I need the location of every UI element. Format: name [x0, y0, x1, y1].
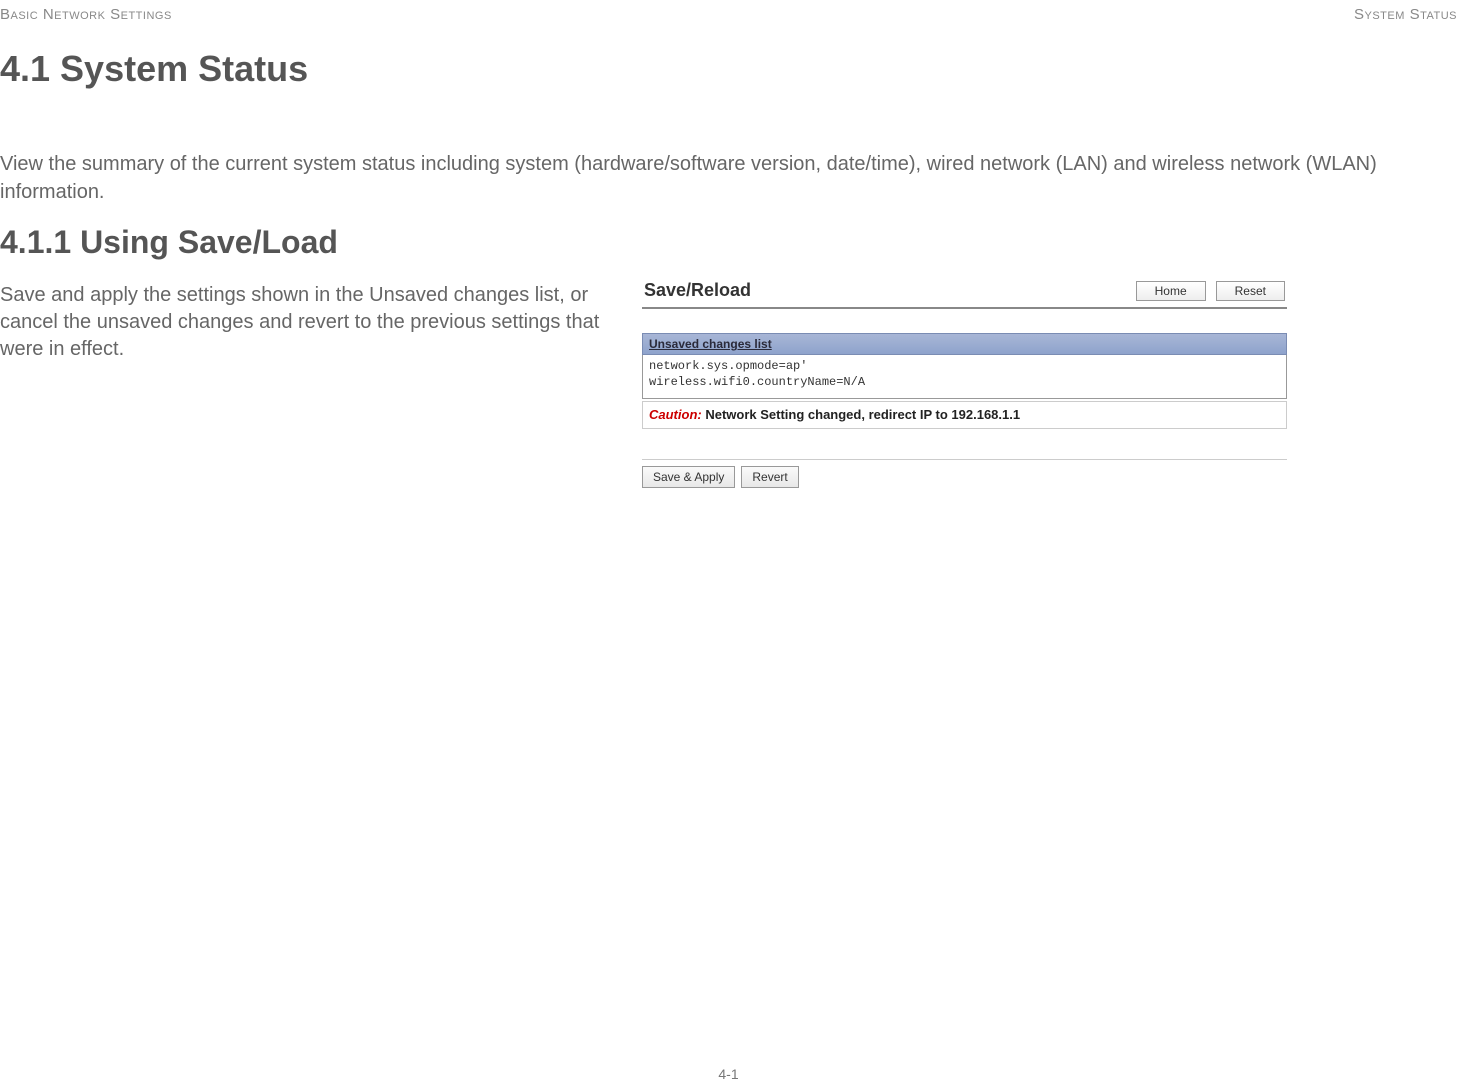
- unsaved-changes-list: network.sys.opmode=ap' wireless.wifi0.co…: [642, 355, 1287, 399]
- panel-header: Save/Reload Home Reset: [642, 276, 1287, 309]
- unsaved-changes-header: Unsaved changes list: [642, 333, 1287, 355]
- section-heading: 4.1 System Status: [0, 48, 308, 90]
- save-reload-panel: Save/Reload Home Reset Unsaved changes l…: [642, 276, 1287, 488]
- save-apply-button[interactable]: Save & Apply: [642, 466, 735, 488]
- reset-button[interactable]: Reset: [1216, 281, 1285, 301]
- caution-text: Network Setting changed, redirect IP to …: [702, 407, 1020, 422]
- subsection-heading: 4.1.1 Using Save/Load: [0, 224, 338, 261]
- subsection-description: Save and apply the settings shown in the…: [0, 282, 640, 363]
- action-button-row: Save & Apply Revert: [642, 466, 1287, 488]
- divider: [642, 459, 1287, 460]
- section-description: View the summary of the current system s…: [0, 150, 1440, 206]
- caution-label: Caution:: [649, 407, 702, 422]
- revert-button[interactable]: Revert: [741, 466, 798, 488]
- home-button[interactable]: Home: [1136, 281, 1206, 301]
- header-right-text: System Status: [1354, 6, 1457, 23]
- page-number: 4-1: [718, 1066, 738, 1082]
- caution-box: Caution: Network Setting changed, redire…: [642, 401, 1287, 429]
- header-left-text: Basic Network Settings: [0, 6, 172, 23]
- panel-title: Save/Reload: [644, 280, 751, 301]
- panel-top-buttons: Home Reset: [1136, 281, 1285, 301]
